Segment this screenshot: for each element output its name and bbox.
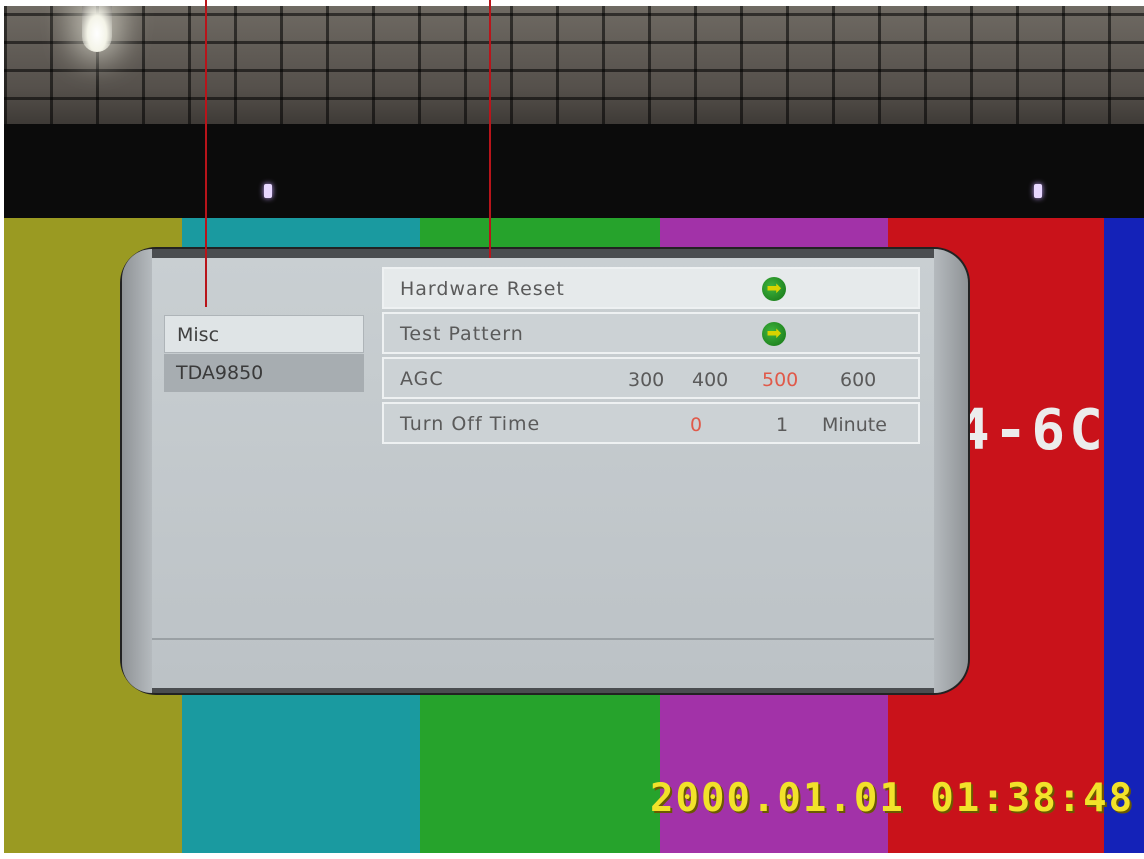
osd-frame-left <box>122 249 152 693</box>
enter-arrow-icon[interactable]: ➡ <box>762 322 786 346</box>
osd-frame-right <box>934 249 968 693</box>
osd-content: Misc TDA9850 Hardware Reset ➡ Test Patte… <box>152 258 934 688</box>
menu-item-turn-off-time[interactable]: Turn Off Time 0 1 Minute <box>382 402 920 444</box>
arrow-glyph: ➡ <box>766 323 782 344</box>
osd-menu: Misc TDA9850 Hardware Reset ➡ Test Patte… <box>122 249 968 693</box>
indicator-led-left <box>264 184 272 198</box>
turn-off-option-0[interactable]: 0 <box>690 414 702 436</box>
agc-option-400[interactable]: 400 <box>692 369 728 391</box>
channel-text: 4-6C <box>956 398 1107 463</box>
agc-option-300[interactable]: 300 <box>628 369 664 391</box>
turn-off-unit: Minute <box>822 414 887 436</box>
tv-bezel <box>4 124 1144 218</box>
tv-photo: 4-6C Misc TDA9850 Hardware Reset ➡ Test … <box>4 6 1144 853</box>
menu-item-label: Turn Off Time <box>400 413 541 435</box>
callout-line-hardware-reset <box>489 0 491 258</box>
indicator-led-right <box>1034 184 1042 198</box>
agc-option-500[interactable]: 500 <box>762 369 798 391</box>
tab-tda9850[interactable]: TDA9850 <box>164 354 364 392</box>
ceiling-light <box>82 6 112 52</box>
menu-item-label: AGC <box>400 368 444 390</box>
arrow-glyph: ➡ <box>766 278 782 299</box>
turn-off-option-1[interactable]: 1 <box>776 414 788 436</box>
menu-item-agc[interactable]: AGC 300 400 500 600 <box>382 357 920 399</box>
osd-divider <box>152 638 934 640</box>
agc-option-600[interactable]: 600 <box>840 369 876 391</box>
menu-item-test-pattern[interactable]: Test Pattern ➡ <box>382 312 920 354</box>
enter-arrow-icon[interactable]: ➡ <box>762 277 786 301</box>
color-bar-blue <box>1104 218 1144 853</box>
menu-item-label: Test Pattern <box>400 323 524 345</box>
callout-line-misc <box>205 0 207 307</box>
menu-item-hardware-reset[interactable]: Hardware Reset ➡ <box>382 267 920 309</box>
tab-misc[interactable]: Misc <box>164 315 364 353</box>
menu-item-label: Hardware Reset <box>400 278 565 300</box>
timestamp: 2000.01.01 01:38:48 <box>650 776 1135 821</box>
